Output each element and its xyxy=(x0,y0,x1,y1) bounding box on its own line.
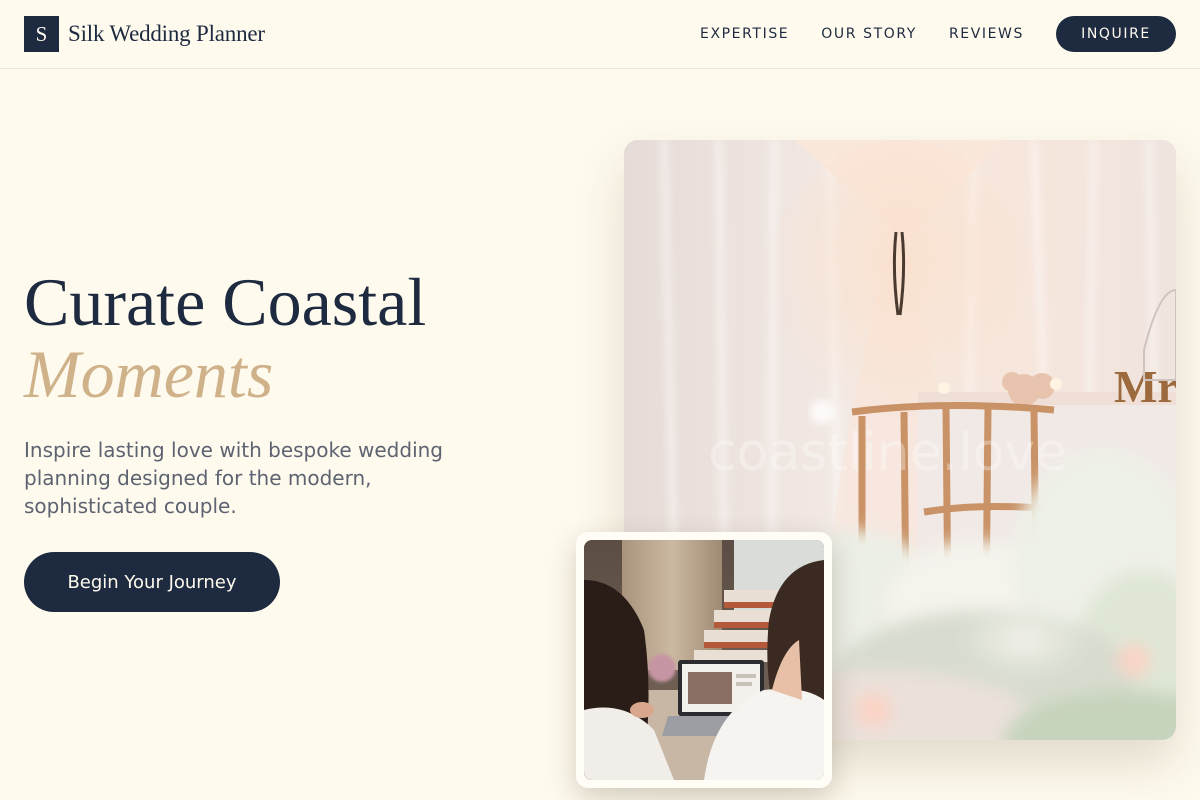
begin-journey-button[interactable]: Begin Your Journey xyxy=(24,552,280,612)
hero-title-accent: Moments xyxy=(24,336,274,412)
site-header: S Silk Wedding Planner EXPERTISE OUR STO… xyxy=(0,0,1200,69)
nav-link-expertise[interactable]: EXPERTISE xyxy=(700,26,789,42)
inquire-button[interactable]: INQUIRE xyxy=(1056,16,1176,52)
hero-subtitle: Inspire lasting love with bespoke weddin… xyxy=(24,438,443,518)
inset-photo-frame xyxy=(576,532,832,788)
planning-meeting-photo xyxy=(584,540,824,780)
watermark-text: coastline.love xyxy=(708,423,1067,483)
logo-mark-icon: S xyxy=(24,16,59,52)
brand-logo-link[interactable]: S Silk Wedding Planner xyxy=(24,16,265,52)
hero-title-line: Curate Coastal xyxy=(24,264,427,340)
nav-link-reviews[interactable]: REVIEWS xyxy=(949,26,1024,42)
hero-title: Curate Coastal Moments xyxy=(24,266,426,410)
nav-link-our-story[interactable]: OUR STORY xyxy=(821,26,917,42)
main-nav: EXPERTISE OUR STORY REVIEWS INQUIRE xyxy=(700,16,1176,52)
brand-name: Silk Wedding Planner xyxy=(68,21,265,46)
